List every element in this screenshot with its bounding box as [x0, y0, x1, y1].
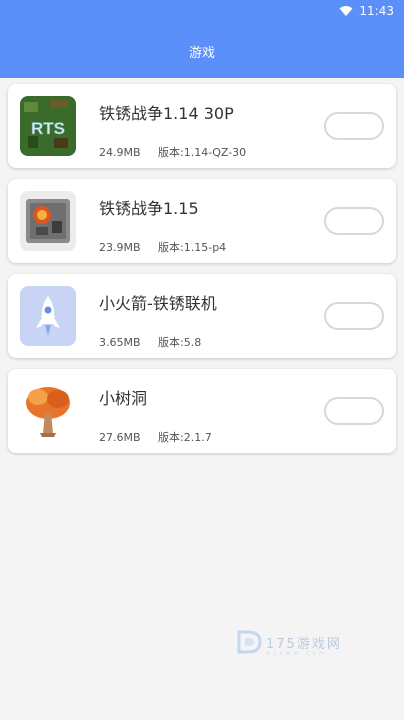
status-right: 11:43	[339, 4, 394, 18]
watermark-sub: x1xww.com	[266, 650, 328, 657]
list-item[interactable]: 小树洞 27.6MB 版本:2.1.7	[8, 369, 396, 453]
rts-game-icon: RTS	[20, 96, 76, 156]
wifi-icon	[339, 6, 353, 16]
status-bar: 11:43	[0, 0, 404, 24]
app-bar: 游戏	[0, 24, 404, 78]
app-size: 27.6MB	[99, 431, 141, 444]
app-version: 版本:2.1.7	[158, 431, 212, 444]
list-item[interactable]: 铁锈战争1.15 23.9MB 版本:1.15-p4	[8, 179, 396, 263]
page-title: 游戏	[188, 45, 215, 61]
app-meta: 27.6MB 版本:2.1.7	[99, 429, 226, 445]
app-version: 版本:1.15-p4	[158, 241, 227, 254]
install-toggle[interactable]	[324, 112, 384, 140]
tree-icon	[20, 381, 76, 441]
watermark-logo-icon	[237, 630, 262, 654]
watermark-text: 175游戏网	[266, 636, 342, 652]
install-toggle[interactable]	[324, 397, 384, 425]
app-name: 铁锈战争1.15	[99, 199, 199, 218]
app-size: 23.9MB	[99, 241, 141, 254]
list-item[interactable]: 小火箭-铁锈联机 3.65MB 版本:5.8	[8, 274, 396, 358]
app-size: 24.9MB	[99, 146, 141, 159]
watermark: 175游戏网 x1xww.com	[236, 628, 342, 657]
svg-text:RTS: RTS	[31, 119, 65, 138]
app-size: 3.65MB	[99, 336, 141, 349]
app-version: 版本:5.8	[158, 336, 202, 349]
app-name: 小火箭-铁锈联机	[99, 294, 217, 313]
app-version: 版本:1.14-QZ-30	[158, 146, 247, 159]
app-name: 小树洞	[99, 389, 148, 408]
list-item[interactable]: RTS 铁锈战争1.14 30P 24.9MB 版本:1.14-QZ-30	[8, 84, 396, 168]
app-meta: 24.9MB 版本:1.14-QZ-30	[99, 144, 260, 160]
rocket-icon	[20, 286, 76, 346]
app-name: 铁锈战争1.14 30P	[99, 104, 234, 123]
install-toggle[interactable]	[324, 302, 384, 330]
status-time: 11:43	[359, 4, 394, 18]
app-meta: 3.65MB 版本:5.8	[99, 334, 215, 350]
rusted-warfare-icon	[20, 191, 76, 251]
install-toggle[interactable]	[324, 207, 384, 235]
app-meta: 23.9MB 版本:1.15-p4	[99, 239, 240, 255]
